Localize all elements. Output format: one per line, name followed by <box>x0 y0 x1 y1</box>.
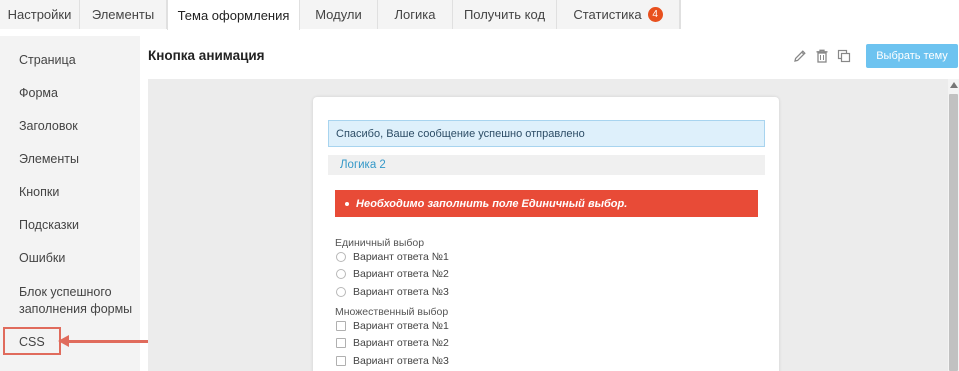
radio-option[interactable]: Вариант ответа №1 <box>336 251 449 263</box>
success-message: Спасибо, Ваше сообщение успешно отправле… <box>328 120 765 147</box>
tab-elements[interactable]: Элементы <box>80 0 167 29</box>
option-label: Вариант ответа №1 <box>353 251 449 263</box>
pencil-icon[interactable] <box>792 48 808 64</box>
tab-bar: Настройки Элементы Тема оформления Модул… <box>0 0 959 30</box>
tabbar-spacer <box>680 0 959 29</box>
tab-label: Настройки <box>7 7 72 22</box>
copy-icon[interactable] <box>836 48 852 64</box>
sidebar-item-hints[interactable]: Подсказки <box>19 217 79 234</box>
checkbox-option[interactable]: Вариант ответа №2 <box>336 337 449 349</box>
scrollbar-thumb[interactable] <box>949 94 958 371</box>
checkbox-option[interactable]: Вариант ответа №1 <box>336 320 449 332</box>
radio-option[interactable]: Вариант ответа №2 <box>336 268 449 280</box>
tab-logic[interactable]: Логика <box>378 0 453 29</box>
annotation-arrow-head <box>58 335 69 347</box>
tab-label: Статистика <box>573 7 642 22</box>
tab-label: Логика <box>394 7 436 22</box>
select-theme-button[interactable]: Выбрать тему <box>866 44 958 68</box>
multiple-choice-label: Множественный выбор <box>335 306 449 318</box>
scroll-up-arrow[interactable] <box>950 82 958 88</box>
tab-modules[interactable]: Модули <box>300 0 378 29</box>
page-title: Кнопка анимация <box>148 48 265 63</box>
trash-icon[interactable] <box>814 48 830 64</box>
sidebar-item-success-block[interactable]: Блок успешного заполнения формы <box>19 284 137 318</box>
notification-badge: 4 <box>647 7 663 22</box>
tab-statistics[interactable]: Статистика 4 <box>557 0 680 29</box>
radio-icon[interactable] <box>336 252 346 262</box>
error-message: Необходимо заполнить поле Единичный выбо… <box>335 190 758 217</box>
option-label: Вариант ответа №3 <box>353 286 449 298</box>
logic-label[interactable]: Логика 2 <box>328 155 765 175</box>
error-text: Необходимо заполнить поле Единичный выбо… <box>356 197 628 210</box>
sidebar-item-form[interactable]: Форма <box>19 85 58 102</box>
sidebar-item-elements[interactable]: Элементы <box>19 151 79 168</box>
tab-label: Модули <box>315 7 362 22</box>
option-label: Вариант ответа №1 <box>353 320 449 332</box>
option-label: Вариант ответа №3 <box>353 355 449 367</box>
checkbox-icon[interactable] <box>336 356 346 366</box>
sidebar-item-errors[interactable]: Ошибки <box>19 250 65 267</box>
tab-theme[interactable]: Тема оформления <box>167 0 300 30</box>
option-label: Вариант ответа №2 <box>353 268 449 280</box>
tab-label: Получить код <box>463 7 546 22</box>
radio-option[interactable]: Вариант ответа №3 <box>336 286 449 298</box>
radio-icon[interactable] <box>336 287 346 297</box>
sidebar-item-buttons[interactable]: Кнопки <box>19 184 59 201</box>
sidebar-item-heading[interactable]: Заголовок <box>19 118 78 135</box>
sidebar-item-page[interactable]: Страница <box>19 52 76 69</box>
radio-icon[interactable] <box>336 269 346 279</box>
option-label: Вариант ответа №2 <box>353 337 449 349</box>
tab-get-code[interactable]: Получить код <box>453 0 557 29</box>
sidebar-item-css[interactable]: CSS <box>19 335 45 349</box>
tab-label: Тема оформления <box>177 7 290 23</box>
tab-settings[interactable]: Настройки <box>0 0 80 29</box>
single-choice-label: Единичный выбор <box>335 237 425 249</box>
checkbox-icon[interactable] <box>336 321 346 331</box>
checkbox-icon[interactable] <box>336 338 346 348</box>
checkbox-option[interactable]: Вариант ответа №3 <box>336 355 449 367</box>
tab-label: Элементы <box>91 7 155 22</box>
bullet-icon <box>345 201 349 206</box>
